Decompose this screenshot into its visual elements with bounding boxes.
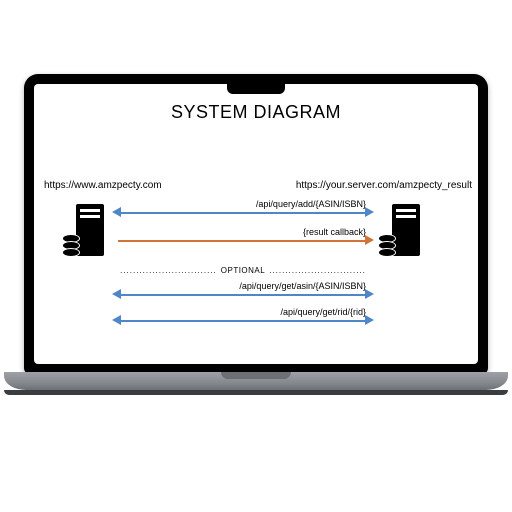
laptop-mockup: SYSTEM DIAGRAM https://www.amzpecty.com …	[24, 74, 488, 398]
arrow-get-rid: /api/query/get/rid/{rid}	[114, 310, 372, 328]
arrows-group: /api/query/add/{ASIN/ISBN} {result callb…	[114, 202, 372, 342]
arrow-get-asin-label: /api/query/get/asin/{ASIN/ISBN}	[239, 281, 366, 291]
laptop-base	[4, 372, 508, 390]
dots-left: ..............................	[120, 266, 217, 275]
arrow-get-rid-label: /api/query/get/rid/{rid}	[280, 307, 366, 317]
server-right-icon	[380, 204, 422, 260]
optional-divider: ..............................OPTIONAL..…	[114, 266, 372, 275]
diagram-title: SYSTEM DIAGRAM	[34, 102, 478, 123]
laptop-screen: SYSTEM DIAGRAM https://www.amzpecty.com …	[34, 84, 478, 364]
server-left-icon	[64, 204, 106, 260]
arrow-result-callback-label: {result callback}	[303, 227, 366, 237]
arrow-result-callback: {result callback}	[114, 230, 372, 248]
arrow-add-query-label: /api/query/add/{ASIN/ISBN}	[256, 199, 366, 209]
arrow-add-query: /api/query/add/{ASIN/ISBN}	[114, 202, 372, 220]
dots-right: ..............................	[269, 266, 366, 275]
trackpad-notch	[221, 372, 291, 379]
camera-notch	[227, 84, 285, 94]
diagram-content: SYSTEM DIAGRAM https://www.amzpecty.com …	[34, 84, 478, 364]
host-left-label: https://www.amzpecty.com	[44, 180, 162, 191]
arrow-get-asin: /api/query/get/asin/{ASIN/ISBN}	[114, 284, 372, 302]
laptop-foot	[4, 390, 508, 395]
optional-label: OPTIONAL	[217, 266, 269, 275]
host-right-label: https://your.server.com/amzpecty_result	[296, 180, 472, 191]
